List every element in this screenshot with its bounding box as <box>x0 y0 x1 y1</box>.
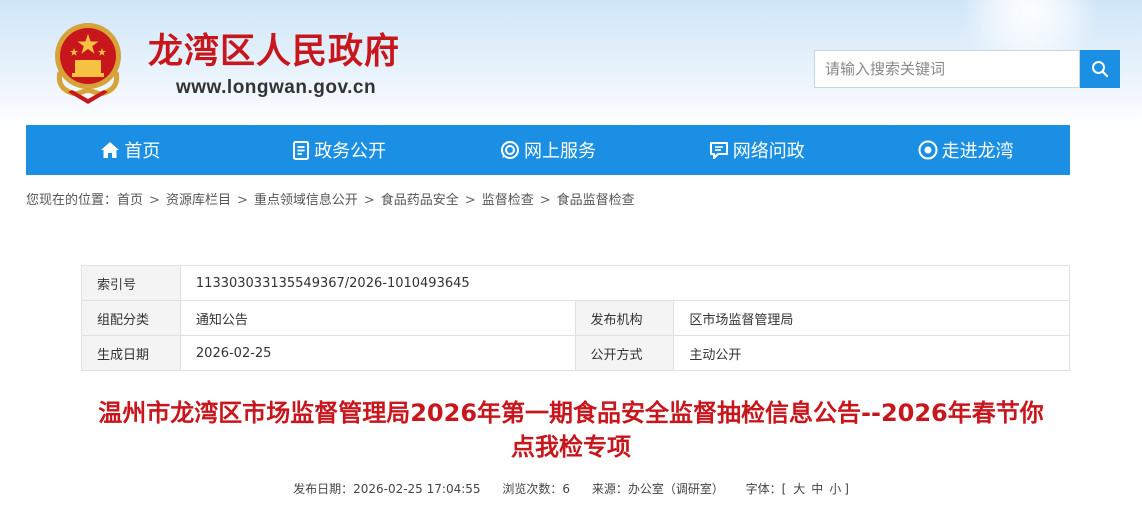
national-emblem-icon <box>55 23 121 104</box>
view-count: 浏览次数：6 <box>502 482 570 496</box>
article-source: 来源：办公室（调研室） <box>591 482 724 496</box>
nav-item-label: 走进龙湾 <box>941 141 1014 162</box>
date-label: 生成日期 <box>81 335 181 371</box>
article-meta: 发布日期：2026-02-25 17:04:55 浏览次数：6 来源：办公室（调… <box>0 480 1142 497</box>
index-value: 113303033135549367/2026-1010493645 <box>179 265 1071 301</box>
article-title: 温州市龙湾区市场监督管理局2026年第一期食品安全监督抽检信息公告--2026年… <box>26 396 1116 464</box>
breadcrumb-separator: > <box>149 193 160 208</box>
breadcrumb-link[interactable]: 监督检查 <box>482 193 534 208</box>
font-size-small-button[interactable]: 小 <box>829 482 841 496</box>
nav-item-label: 网上服务 <box>523 141 596 162</box>
nav-item-about-longwan[interactable]: 走进龙湾 <box>861 125 1070 175</box>
main-nav: 首页 政务公开 网上服务 网络问政 走进龙湾 <box>26 125 1070 175</box>
breadcrumb-separator: > <box>464 193 476 208</box>
nav-item-online-service[interactable]: 网上服务 <box>444 125 653 175</box>
search-icon <box>1092 61 1109 78</box>
disclosure-value: 主动公开 <box>673 335 1070 371</box>
article-title-line: 温州市龙湾区市场监督管理局2026年第一期食品安全监督抽检信息公告--2026年… <box>98 399 1044 427</box>
document-icon <box>293 140 310 160</box>
nav-item-online-inquiry[interactable]: 网络问政 <box>652 125 861 175</box>
nav-item-label: 首页 <box>124 141 161 162</box>
site-title: 龙湾区人民政府 <box>148 32 401 72</box>
site-header: 龙湾区人民政府 www.longwan.gov.cn <box>0 0 1142 125</box>
category-value: 通知公告 <box>179 300 576 336</box>
breadcrumb-link[interactable]: 食品药品安全 <box>381 193 459 208</box>
breadcrumb-link[interactable]: 重点领域信息公开 <box>254 193 358 208</box>
breadcrumb-separator: > <box>539 193 551 208</box>
font-size-large-button[interactable]: 大 <box>793 482 805 496</box>
nav-item-label: 政务公开 <box>314 141 387 162</box>
breadcrumb-link[interactable]: 资源库栏目 <box>166 193 231 208</box>
breadcrumb-separator: > <box>363 193 375 208</box>
nav-item-gov-affairs[interactable]: 政务公开 <box>235 125 444 175</box>
category-label: 组配分类 <box>81 300 181 336</box>
font-size-close: ] <box>844 482 849 496</box>
disclosure-label: 公开方式 <box>574 335 675 371</box>
chat-icon <box>709 141 728 159</box>
font-size-control: 字体：[ 大中小] <box>746 482 849 496</box>
date-value: 2026-02-25 <box>179 335 576 371</box>
breadcrumb-link[interactable]: 食品监督检查 <box>557 193 635 208</box>
breadcrumb: 您现在的位置：首页 > 资源库栏目 > 重点领域信息公开 > 食品药品安全 > 监督检查 > 食品监… <box>26 192 635 210</box>
table-row: 生成日期 2026-02-25 公开方式 主动公开 <box>81 335 1070 371</box>
publisher-value: 区市场监督管理局 <box>673 300 1070 336</box>
eye-icon <box>918 140 938 160</box>
font-size-medium-button[interactable]: 中 <box>811 482 823 496</box>
publisher-label: 发布机构 <box>574 300 675 336</box>
article-title-line: 点我检专项 <box>511 433 631 461</box>
nav-item-home[interactable]: 首页 <box>26 125 235 175</box>
breadcrumb-prefix: 您现在的位置： <box>26 193 118 208</box>
search-button[interactable] <box>1080 50 1120 88</box>
breadcrumb-separator: > <box>236 193 248 208</box>
search-input[interactable] <box>814 50 1080 88</box>
table-row: 组配分类 通知公告 发布机构 区市场监督管理局 <box>81 300 1070 336</box>
table-row: 索引号 113303033135549367/2026-1010493645 <box>81 265 1071 301</box>
publish-date: 发布日期：2026-02-25 17:04:55 <box>293 482 481 496</box>
index-label: 索引号 <box>81 265 181 301</box>
site-url: www.longwan.gov.cn <box>176 77 377 98</box>
home-icon <box>101 142 120 158</box>
breadcrumb-link[interactable]: 首页 <box>117 193 143 208</box>
nav-item-label: 网络问政 <box>732 141 805 162</box>
service-icon <box>500 141 519 159</box>
font-size-label: 字体：[ <box>745 482 787 496</box>
info-table: 索引号 113303033135549367/2026-1010493645 组… <box>81 265 1071 371</box>
